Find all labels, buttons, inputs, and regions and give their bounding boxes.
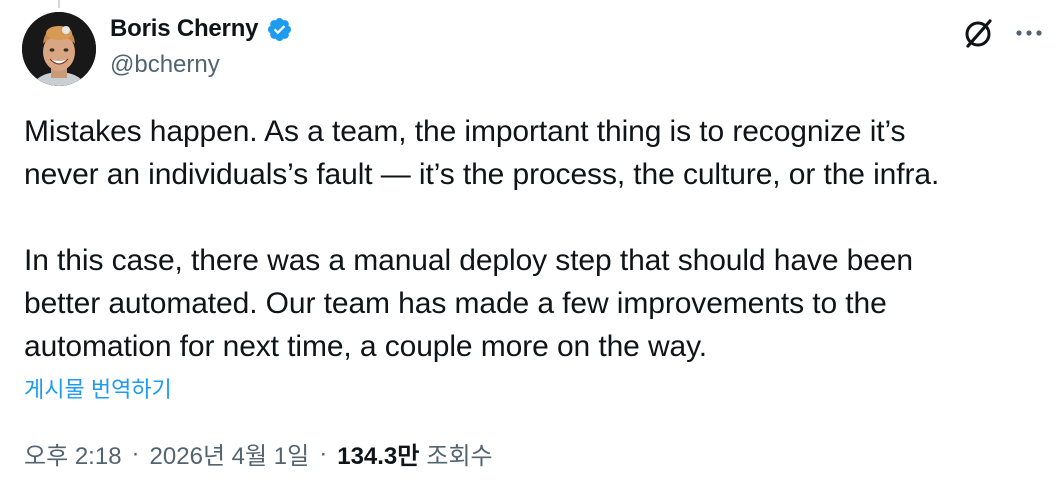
display-name[interactable]: Boris Cherny [110, 15, 259, 43]
post-time[interactable]: 오후 2:18 [24, 436, 122, 471]
tweet-line: In this case, there was a manual deploy … [24, 244, 913, 277]
more-horizontal-icon [1016, 30, 1042, 36]
tweet-meta: 오후 2:18 · 2026년 4월 1일 · 134.3만 조회수 [24, 436, 493, 471]
verified-badge-icon[interactable] [266, 16, 293, 43]
grok-icon-glyph [965, 19, 992, 48]
meta-separator: · [131, 439, 140, 467]
thread-connector [0, 0, 1064, 8]
tweet-line: automation for next time, a couple more … [24, 330, 708, 363]
tweet-line: better automated. Our team has made a fe… [24, 287, 887, 320]
avatar[interactable] [22, 12, 96, 86]
avatar-image [22, 12, 96, 86]
handle[interactable]: @bcherny [110, 51, 293, 79]
tweet-text: Mistakes happen. As a team, the importan… [24, 110, 1034, 368]
tweet-line: Mistakes happen. As a team, the importan… [24, 115, 906, 148]
meta-separator: · [319, 439, 328, 467]
tweet-line: never an individuals’s fault — it’s the … [24, 158, 940, 191]
views-label: 조회수 [426, 443, 493, 470]
author-info: Boris Cherny @bcherny [110, 14, 293, 79]
translate-post-link[interactable]: 게시물 번역하기 [24, 372, 172, 404]
views-count: 134.3만 [337, 443, 420, 470]
tweet: Boris Cherny @bcherny Mistakes happen. A… [0, 0, 1064, 483]
name-row: Boris Cherny [110, 14, 293, 44]
more-options-icon[interactable] [1010, 14, 1048, 52]
grok-icon[interactable] [960, 14, 998, 52]
post-date[interactable]: 2026년 4월 1일 [150, 436, 310, 471]
thread-line [58, 0, 60, 8]
